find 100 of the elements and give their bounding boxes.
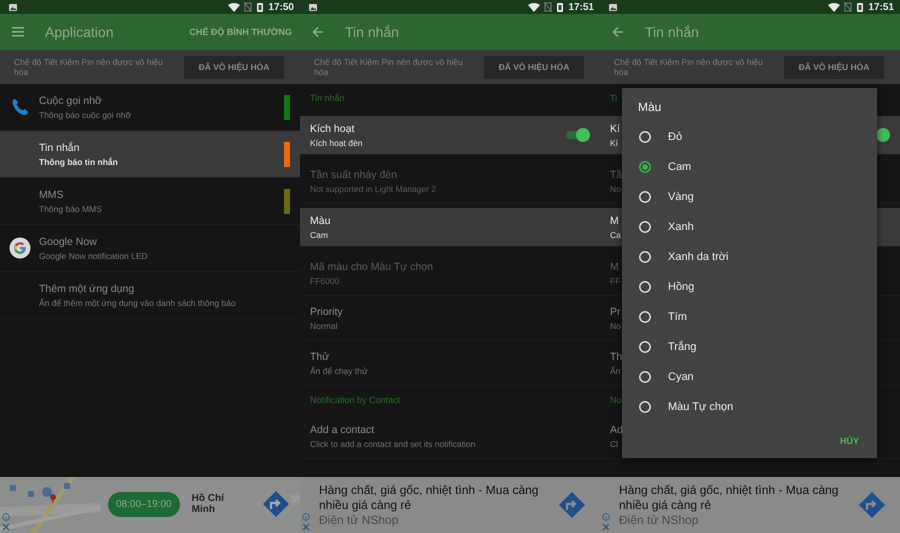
radio-button[interactable] — [639, 161, 651, 173]
settings-item[interactable]: Màu Cam — [300, 208, 600, 247]
option-label: Màu Tự chọn — [668, 401, 734, 413]
item-subtitle: Kích hoạt đèn — [310, 138, 362, 148]
battery-icon — [856, 2, 864, 12]
no-sim-icon — [544, 2, 552, 12]
banner-text: Chế độ Tiết Kiệm Pin nên được vô hiệu hóa — [314, 57, 464, 77]
item-title: Th — [610, 350, 622, 362]
battery-icon — [256, 2, 264, 12]
directions-icon[interactable] — [858, 491, 886, 519]
item-title: Mã màu cho Màu Tự chọn — [310, 260, 433, 272]
item-subtitle: Not supported in Light Manager 2 — [310, 184, 436, 194]
item-title: Cuộc gọi nhỡ — [39, 94, 102, 106]
item-title: MMS — [39, 188, 64, 200]
item-subtitle: Ca — [610, 230, 621, 240]
info-icon[interactable] — [2, 513, 10, 521]
item-title: Thêm một ứng dụng — [39, 282, 134, 294]
item-title: Google Now — [39, 236, 97, 248]
option-label: Hồng — [668, 281, 694, 293]
clock-time: 17:50 — [268, 2, 294, 12]
section-header: No — [610, 395, 622, 405]
option-label: Cyan — [668, 371, 694, 383]
app-list-item[interactable]: Tin nhắn Thông báo tin nhắn — [0, 131, 300, 178]
clock-time: 17:51 — [568, 2, 594, 12]
item-title: M — [610, 214, 619, 226]
cancel-button[interactable]: HỦY — [838, 432, 861, 450]
item-title: Tầ — [610, 168, 622, 180]
place-name: Hồ Chí Minh — [192, 493, 226, 515]
color-option[interactable]: Xanh — [622, 212, 877, 242]
color-option[interactable]: Vàng — [622, 182, 877, 212]
opening-hours: 08:00–19:00 — [108, 492, 180, 516]
item-subtitle: Click to add a contact and set its notification — [310, 438, 476, 448]
image-icon — [308, 2, 318, 12]
section-header: Ti — [610, 93, 618, 103]
item-subtitle: Ấn — [610, 366, 620, 376]
item-subtitle: Normal — [310, 320, 338, 330]
banner-text: Chế độ Tiết Kiệm Pin nên được vô hiệu hóa — [14, 57, 164, 77]
battery-icon — [556, 2, 564, 12]
item-subtitle: Ấn để chạy thử — [310, 366, 368, 376]
no-sim-icon — [844, 2, 852, 12]
item-subtitle: No — [610, 184, 621, 194]
section-header: Notification by Contact — [310, 395, 400, 405]
item-subtitle: Ấn để thêm một ứng dụng vào danh sách thông báo — [39, 298, 236, 308]
color-option[interactable]: Xanh da trời — [622, 242, 877, 272]
item-subtitle: FF — [610, 276, 620, 286]
color-option[interactable]: Đỏ — [622, 122, 877, 152]
color-option[interactable]: Tím — [622, 302, 877, 332]
dialog-title: Màu — [637, 100, 662, 114]
item-title: Tần suất nháy đèn — [310, 168, 397, 180]
item-subtitle: FF6000 — [310, 276, 340, 286]
back-icon[interactable] — [312, 26, 324, 38]
color-option[interactable]: Trắng — [622, 332, 877, 362]
wifi-icon — [828, 2, 840, 12]
app-list-item[interactable]: MMS Thông báo MMS — [0, 178, 300, 225]
item-title: Pr — [610, 306, 620, 318]
directions-icon[interactable] — [262, 490, 290, 518]
wifi-icon — [528, 2, 540, 12]
mode-button[interactable]: CHẾ ĐỘ BÌNH THƯỜNG — [189, 25, 292, 39]
option-label: Cam — [668, 161, 692, 173]
image-icon — [8, 2, 18, 12]
item-title: Tin nhắn — [39, 142, 80, 154]
ad-headline: Hàng chất, giá gốc, nhiệt tình - Mua càng nhiều giá càng rẻ — [319, 482, 539, 512]
phone-icon — [10, 98, 28, 116]
menu-icon[interactable] — [12, 26, 24, 38]
item-subtitle: Kí — [610, 138, 618, 148]
item-subtitle: Thông báo MMS — [39, 204, 102, 214]
toolbar-title: Application — [45, 24, 114, 40]
option-label: Trắng — [668, 341, 696, 353]
color-option[interactable]: Cyan — [622, 362, 877, 392]
clock-time: 17:51 — [868, 2, 894, 12]
option-label: Tím — [668, 311, 687, 323]
toolbar-title: Tin nhắn — [345, 24, 400, 40]
toggle-switch[interactable] — [566, 131, 588, 139]
item-title: Add a contact — [310, 424, 374, 436]
item-subtitle: Cl — [610, 438, 618, 448]
color-option[interactable]: Cam — [622, 152, 877, 182]
advertiser-name: Điện tử NShop — [619, 512, 700, 528]
app-list-item[interactable]: Google Now Google Now notification LED — [0, 225, 300, 272]
item-title: Ad — [610, 424, 623, 436]
item-subtitle: Cam — [310, 230, 328, 240]
option-label: Đỏ — [668, 131, 682, 143]
section-header: Tin nhắn — [310, 93, 345, 103]
toolbar-title: Tin nhắn — [645, 24, 700, 40]
close-icon[interactable] — [2, 523, 10, 531]
item-title: Màu — [310, 214, 330, 226]
item-title: Kích hoạt — [310, 122, 354, 134]
image-icon — [608, 2, 618, 12]
item-subtitle: Google Now notification LED — [39, 250, 148, 260]
color-option[interactable]: Hồng — [622, 272, 877, 302]
item-subtitle: Thông báo tin nhắn — [39, 156, 118, 166]
back-icon[interactable] — [612, 26, 624, 38]
item-title: Thử — [310, 350, 330, 362]
item-title: Priority — [310, 306, 343, 318]
settings-item[interactable]: Kích hoạt Kích hoạt đèn — [300, 116, 600, 155]
directions-icon[interactable] — [558, 491, 586, 519]
item-title: M — [610, 260, 619, 272]
no-sim-icon — [244, 2, 252, 12]
advertiser-name: Điện tử NShop — [319, 512, 400, 528]
color-option[interactable]: Màu Tự chọn — [622, 392, 877, 422]
ad-headline: Hàng chất, giá gốc, nhiệt tình - Mua càng nhiều giá càng rẻ — [619, 482, 839, 512]
